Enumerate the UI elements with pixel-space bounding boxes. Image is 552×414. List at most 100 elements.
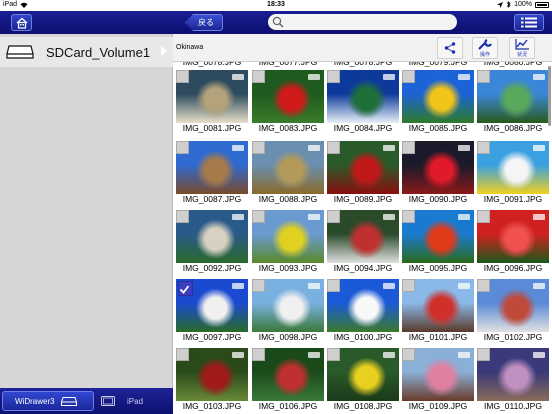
photo-thumbnail[interactable] — [477, 70, 549, 123]
watermark-logo — [308, 352, 320, 358]
thumbnail-item[interactable]: IMG_0096.JPG — [477, 210, 549, 274]
photo-thumbnail[interactable] — [477, 210, 549, 263]
checkbox[interactable] — [176, 141, 189, 154]
operate-button[interactable]: 操作 — [472, 37, 498, 59]
photo-thumbnail[interactable] — [252, 70, 324, 123]
share-button[interactable] — [437, 37, 463, 59]
photo-thumbnail[interactable] — [327, 210, 399, 263]
thumbnail-item[interactable]: IMG_0091.JPG — [477, 141, 549, 205]
tab-ipad[interactable]: iPad — [98, 391, 170, 411]
wrench-icon — [478, 38, 492, 50]
thumbnail-item[interactable]: IMG_0093.JPG — [252, 210, 324, 274]
path-bar: Okinawa 操作 状況 — [173, 34, 552, 62]
search-icon — [272, 16, 284, 28]
photo-thumbnail[interactable] — [176, 141, 248, 194]
watermark-logo — [383, 352, 395, 358]
photo-thumbnail[interactable] — [477, 141, 549, 194]
photo-thumbnail[interactable] — [327, 348, 399, 401]
photo-thumbnail[interactable] — [252, 279, 324, 332]
tab-widrawer3-label: WiDrawer3 — [15, 396, 55, 406]
checkbox[interactable] — [477, 210, 490, 223]
checkbox[interactable] — [176, 70, 189, 83]
thumbnail-item[interactable]: IMG_0087.JPG — [176, 141, 248, 205]
checkbox[interactable] — [252, 210, 265, 223]
thumbnail-item[interactable]: IMG_0102.JPG — [477, 279, 549, 343]
home-button[interactable] — [11, 14, 32, 31]
thumbnail-item[interactable]: IMG_0090.JPG — [402, 141, 474, 205]
file-name: IMG_0095.JPG — [408, 263, 468, 273]
chart-icon — [515, 38, 529, 50]
watermark-logo — [308, 214, 320, 220]
thumbnail-item[interactable]: IMG_0097.JPG — [176, 279, 248, 343]
checkbox[interactable] — [327, 210, 340, 223]
thumbnail-item[interactable]: IMG_0083.JPG — [252, 70, 324, 134]
thumbnail-item[interactable]: IMG_0095.JPG — [402, 210, 474, 274]
photo-thumbnail[interactable] — [176, 210, 248, 263]
photo-thumbnail[interactable] — [252, 210, 324, 263]
checkbox-checked[interactable] — [178, 281, 193, 296]
thumbnail-item[interactable]: IMG_0098.JPG — [252, 279, 324, 343]
photo-thumbnail[interactable] — [327, 70, 399, 123]
photo-thumbnail[interactable] — [176, 348, 248, 401]
thumbnail-item[interactable]: IMG_0092.JPG — [176, 210, 248, 274]
photo-thumbnail[interactable] — [402, 279, 474, 332]
thumbnail-item[interactable]: IMG_0110.JPG — [477, 348, 549, 412]
checkbox[interactable] — [477, 141, 490, 154]
watermark-logo — [383, 145, 395, 151]
tab-widrawer3[interactable]: WiDrawer3 — [2, 391, 94, 411]
photo-thumbnail[interactable] — [327, 279, 399, 332]
search-input[interactable] — [268, 14, 457, 30]
photo-thumbnail[interactable] — [327, 141, 399, 194]
checkbox[interactable] — [402, 348, 415, 361]
checkbox[interactable] — [176, 210, 189, 223]
thumbnail-item[interactable]: IMG_0086.JPG — [477, 70, 549, 134]
checkbox[interactable] — [402, 210, 415, 223]
checkbox[interactable] — [176, 348, 189, 361]
status-button[interactable]: 状況 — [509, 37, 535, 59]
checkbox[interactable] — [477, 70, 490, 83]
checkbox[interactable] — [252, 141, 265, 154]
checkbox[interactable] — [327, 348, 340, 361]
checkbox[interactable] — [252, 348, 265, 361]
thumbnail-item[interactable]: IMG_0084.JPG — [327, 70, 399, 134]
checkbox[interactable] — [327, 141, 340, 154]
thumbnail-item[interactable]: IMG_0089.JPG — [327, 141, 399, 205]
checkbox[interactable] — [252, 279, 265, 292]
back-button[interactable]: 戻る — [185, 14, 223, 31]
thumbnail-item[interactable]: IMG_0106.JPG — [252, 348, 324, 412]
checkbox[interactable] — [402, 70, 415, 83]
volume-item[interactable]: SDCard_Volume1 — [0, 37, 173, 67]
checkbox[interactable] — [402, 141, 415, 154]
checkbox[interactable] — [252, 70, 265, 83]
photo-thumbnail[interactable] — [402, 348, 474, 401]
thumbnail-item[interactable]: IMG_0085.JPG — [402, 70, 474, 134]
thumbnail-item[interactable]: IMG_0100.JPG — [327, 279, 399, 343]
device-tabbar: WiDrawer3 iPad — [0, 388, 173, 414]
thumbnail-item[interactable]: IMG_0101.JPG — [402, 279, 474, 343]
photo-thumbnail[interactable] — [402, 141, 474, 194]
photo-thumbnail[interactable] — [252, 141, 324, 194]
scrollbar[interactable] — [548, 66, 551, 126]
photo-thumbnail[interactable] — [176, 70, 248, 123]
thumbnail-item[interactable]: IMG_0088.JPG — [252, 141, 324, 205]
thumbnail-item[interactable]: IMG_0103.JPG — [176, 348, 248, 412]
thumbnail-item[interactable]: IMG_0108.JPG — [327, 348, 399, 412]
thumbnail-item[interactable]: IMG_0094.JPG — [327, 210, 399, 274]
thumbnail-item[interactable]: IMG_0109.JPG — [402, 348, 474, 412]
checkbox[interactable] — [477, 348, 490, 361]
photo-thumbnail[interactable] — [402, 70, 474, 123]
checkbox[interactable] — [327, 279, 340, 292]
watermark-logo — [308, 283, 320, 289]
photo-thumbnail[interactable] — [477, 348, 549, 401]
checkbox[interactable] — [402, 279, 415, 292]
list-menu-button[interactable] — [514, 14, 544, 31]
photo-thumbnail[interactable] — [402, 210, 474, 263]
thumbnail-grid: IMG_0078.JPG IMG_0077.JPG IMG_0078.JPG IMG_… — [173, 62, 552, 414]
thumbnail-item[interactable]: IMG_0081.JPG — [176, 70, 248, 134]
photo-thumbnail[interactable] — [252, 348, 324, 401]
photo-thumbnail[interactable] — [176, 279, 248, 332]
photo-thumbnail[interactable] — [477, 279, 549, 332]
checkbox[interactable] — [477, 279, 490, 292]
checkbox[interactable] — [327, 70, 340, 83]
watermark-logo — [458, 145, 470, 151]
